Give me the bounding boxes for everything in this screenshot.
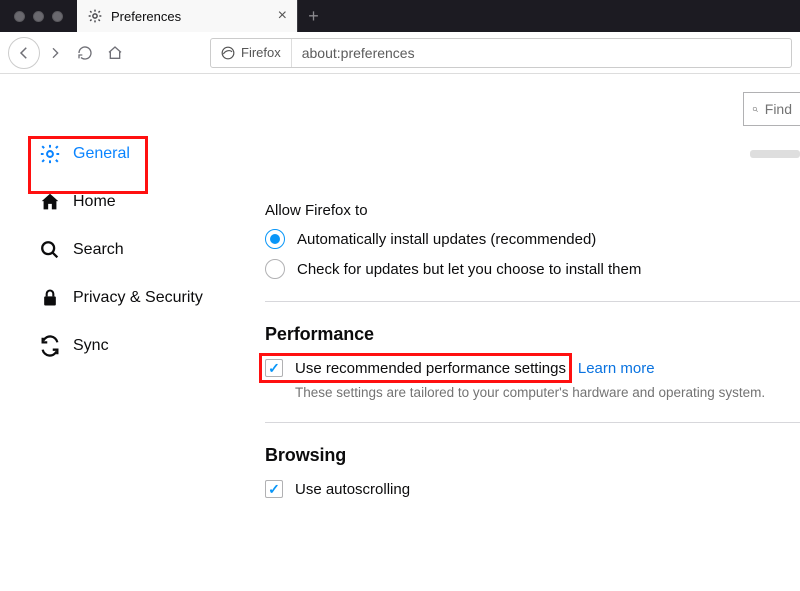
traffic-light-close[interactable]: [14, 11, 25, 22]
url-input[interactable]: [292, 39, 791, 67]
browsing-heading: Browsing: [265, 445, 800, 466]
sidebar-label-general: General: [73, 145, 130, 163]
sidebar-item-privacy[interactable]: Privacy & Security: [24, 274, 225, 322]
radio-check-only-label: Check for updates but let you choose to …: [297, 261, 641, 278]
sidebar-label-privacy: Privacy & Security: [73, 289, 203, 307]
performance-description: These settings are tailored to your comp…: [295, 385, 800, 400]
url-bar[interactable]: Firefox: [210, 38, 792, 68]
preferences-sidebar: General Home Search Privacy & Security S…: [0, 74, 225, 591]
sidebar-item-home[interactable]: Home: [24, 178, 225, 226]
reload-button[interactable]: [70, 38, 100, 68]
new-tab-button[interactable]: +: [297, 0, 329, 32]
sync-icon: [39, 335, 61, 357]
back-button[interactable]: [8, 37, 40, 69]
identity-label: Firefox: [241, 45, 281, 60]
find-placeholder: Find: [765, 101, 792, 117]
checkbox-recommended-performance-label: Use recommended performance settings: [295, 360, 566, 377]
scrollbar-stub: [750, 150, 800, 158]
home-button[interactable]: [100, 38, 130, 68]
checkbox-autoscrolling[interactable]: [265, 480, 283, 498]
checkbox-recommended-performance[interactable]: [265, 359, 283, 377]
learn-more-link[interactable]: Learn more: [578, 360, 655, 377]
window-controls: [0, 0, 77, 32]
checkbox-autoscrolling-label: Use autoscrolling: [295, 481, 410, 498]
sidebar-item-general[interactable]: General: [24, 130, 225, 178]
plus-icon: +: [308, 6, 319, 27]
radio-check-only[interactable]: [265, 259, 285, 279]
radio-auto-install[interactable]: [265, 229, 285, 249]
divider: [265, 301, 800, 302]
preferences-main: Find Allow Firefox to Automatically inst…: [225, 74, 800, 591]
sidebar-item-search[interactable]: Search: [24, 226, 225, 274]
sidebar-item-sync[interactable]: Sync: [24, 322, 225, 370]
home-icon: [39, 191, 61, 213]
tab-title: Preferences: [111, 9, 278, 24]
find-in-preferences[interactable]: Find: [743, 92, 800, 126]
site-identity[interactable]: Firefox: [211, 39, 292, 67]
gear-icon: [39, 143, 61, 165]
sidebar-label-home: Home: [73, 193, 116, 211]
updates-group-label: Allow Firefox to: [265, 202, 800, 219]
browser-tab-preferences[interactable]: Preferences ×: [77, 0, 297, 32]
tab-close-button[interactable]: ×: [278, 7, 287, 25]
navigation-toolbar: Firefox: [0, 32, 800, 74]
lock-icon: [39, 287, 61, 309]
radio-auto-install-label: Automatically install updates (recommend…: [297, 231, 596, 248]
sidebar-label-sync: Sync: [73, 337, 109, 355]
divider: [265, 422, 800, 423]
performance-heading: Performance: [265, 324, 800, 345]
gear-icon: [87, 8, 103, 24]
search-icon: [39, 239, 61, 261]
search-icon: [752, 103, 759, 116]
traffic-light-zoom[interactable]: [52, 11, 63, 22]
forward-button[interactable]: [40, 38, 70, 68]
tab-strip: Preferences × +: [0, 0, 800, 32]
traffic-light-minimize[interactable]: [33, 11, 44, 22]
firefox-icon: [221, 46, 235, 60]
sidebar-label-search: Search: [73, 241, 124, 259]
